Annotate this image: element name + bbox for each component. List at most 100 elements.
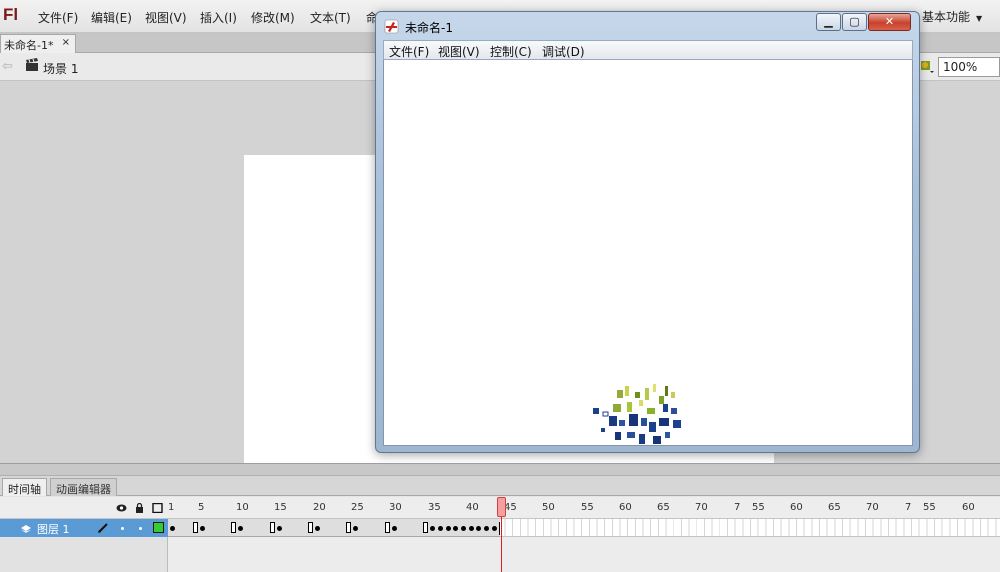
menu-edit[interactable]: 编辑(E) xyxy=(91,9,132,26)
ruler-number: 20 xyxy=(313,502,326,513)
chevron-down-icon: ▼ xyxy=(976,14,983,23)
layer-list-empty xyxy=(0,537,168,572)
ruler-number: 50 xyxy=(542,502,555,513)
close-icon: ✕ xyxy=(884,15,895,28)
keyframe[interactable] xyxy=(353,526,358,531)
ruler-number: 30 xyxy=(389,502,402,513)
keyframe-end xyxy=(346,522,351,533)
ruler-number: 65 xyxy=(657,502,670,513)
workspace-label: 基本功能 xyxy=(922,10,971,24)
timeline-panel: 时间轴 动画编辑器 1 5 10 15 20 25 30 35 40 45 50… xyxy=(0,463,1000,572)
player-menu-file[interactable]: 文件(F) xyxy=(389,43,429,60)
ruler-number: 60 xyxy=(619,502,632,513)
close-icon[interactable]: × xyxy=(62,37,70,48)
menu-insert[interactable]: 插入(I) xyxy=(200,9,237,26)
frame-span[interactable] xyxy=(168,519,500,537)
keyframe[interactable] xyxy=(238,526,243,531)
layer-icon xyxy=(21,525,31,533)
ruler-number: 70 xyxy=(695,502,708,513)
ruler-number: 60 xyxy=(962,502,975,513)
app-logo: Fl xyxy=(3,5,19,24)
document-tab[interactable]: 未命名-1* × xyxy=(0,34,76,53)
keyframe[interactable] xyxy=(461,526,466,531)
lock-dot[interactable] xyxy=(139,527,142,530)
menu-view[interactable]: 视图(V) xyxy=(145,9,187,26)
menu-file[interactable]: 文件(F) xyxy=(38,9,78,26)
layer-row[interactable]: 图层 1 xyxy=(0,519,1000,537)
scene-label[interactable]: 场景 1 xyxy=(43,60,78,77)
ruler-number: 60 xyxy=(790,502,803,513)
ruler-number: 7 xyxy=(734,502,741,513)
player-menu-view[interactable]: 视图(V) xyxy=(438,43,480,60)
ruler-number: 7 xyxy=(905,502,912,513)
keyframe-end xyxy=(423,522,428,533)
playhead-line xyxy=(501,517,502,572)
timeline-tab-bar: 时间轴 动画编辑器 xyxy=(0,476,1000,496)
menu-text[interactable]: 文本(T) xyxy=(310,9,351,26)
keyframe-end xyxy=(231,522,236,533)
document-tab-title: 未命名-1* xyxy=(4,39,54,52)
playhead[interactable] xyxy=(497,497,506,517)
eye-icon[interactable] xyxy=(116,503,127,513)
outline-color-swatch[interactable] xyxy=(153,522,164,533)
tab-motion-editor[interactable]: 动画编辑器 xyxy=(50,478,117,496)
minimize-button[interactable]: ▁ xyxy=(816,13,841,31)
keyframe[interactable] xyxy=(469,526,474,531)
maximize-icon: ▢ xyxy=(849,15,860,28)
ruler-number: 55 xyxy=(581,502,594,513)
player-menu-debug[interactable]: 调试(D) xyxy=(542,43,585,60)
frame-span-end xyxy=(499,522,500,535)
keyframe[interactable] xyxy=(430,526,435,531)
ruler-number: 70 xyxy=(866,502,879,513)
ruler-number: 25 xyxy=(351,502,364,513)
flash-player-icon xyxy=(384,19,399,34)
visibility-dot[interactable] xyxy=(121,527,124,530)
keyframe[interactable] xyxy=(492,526,497,531)
keyframe[interactable] xyxy=(315,526,320,531)
back-arrow-icon[interactable]: ⇦ xyxy=(2,59,13,74)
workspace-switcher[interactable]: 基本功能 ▼ xyxy=(922,8,982,25)
maximize-button[interactable]: ▢ xyxy=(842,13,867,31)
keyframe-end xyxy=(385,522,390,533)
panel-grip[interactable] xyxy=(0,464,1000,476)
player-menu-control[interactable]: 控制(C) xyxy=(490,43,532,60)
menu-modify[interactable]: 修改(M) xyxy=(251,9,295,26)
keyframe[interactable] xyxy=(200,526,205,531)
keyframe-end xyxy=(308,522,313,533)
edit-symbols-icon[interactable] xyxy=(919,58,935,74)
player-menu-bar: 文件(F) 视图(V) 控制(C) 调试(D) xyxy=(383,40,913,60)
zoom-field[interactable]: 100% xyxy=(938,57,1000,77)
outline-icon[interactable] xyxy=(152,503,163,513)
ruler-number: 1 xyxy=(168,502,175,513)
animated-mosaic-graphic xyxy=(593,384,681,444)
close-button[interactable]: ✕ xyxy=(868,13,911,31)
ruler-number: 10 xyxy=(236,502,249,513)
pencil-icon xyxy=(98,523,108,533)
ruler-number: 35 xyxy=(428,502,441,513)
ruler-number: 55 xyxy=(752,502,765,513)
keyframe[interactable] xyxy=(476,526,481,531)
keyframe[interactable] xyxy=(277,526,282,531)
keyframe-end xyxy=(270,522,275,533)
keyframe-end xyxy=(193,522,198,533)
movie-content[interactable] xyxy=(383,60,913,446)
layer-info[interactable]: 图层 1 xyxy=(0,519,168,537)
ruler-number: 15 xyxy=(274,502,287,513)
keyframe[interactable] xyxy=(392,526,397,531)
test-movie-window[interactable]: 未命名-1 ▁ ▢ ✕ 文件(F) 视图(V) 控制(C) 调试(D) xyxy=(375,11,920,453)
layer-name[interactable]: 图层 1 xyxy=(37,521,70,537)
keyframe[interactable] xyxy=(438,526,443,531)
keyframe[interactable] xyxy=(446,526,451,531)
ruler-number: 65 xyxy=(828,502,841,513)
lock-icon[interactable] xyxy=(134,503,145,513)
window-title: 未命名-1 xyxy=(405,21,453,35)
ruler-number: 40 xyxy=(466,502,479,513)
minimize-icon: ▁ xyxy=(824,15,833,28)
ruler-number: 55 xyxy=(923,502,936,513)
keyframe[interactable] xyxy=(484,526,489,531)
keyframe[interactable] xyxy=(170,526,175,531)
keyframe[interactable] xyxy=(453,526,458,531)
tab-timeline[interactable]: 时间轴 xyxy=(2,478,47,496)
ruler-number: 5 xyxy=(198,502,205,513)
clapperboard-icon xyxy=(26,58,38,71)
